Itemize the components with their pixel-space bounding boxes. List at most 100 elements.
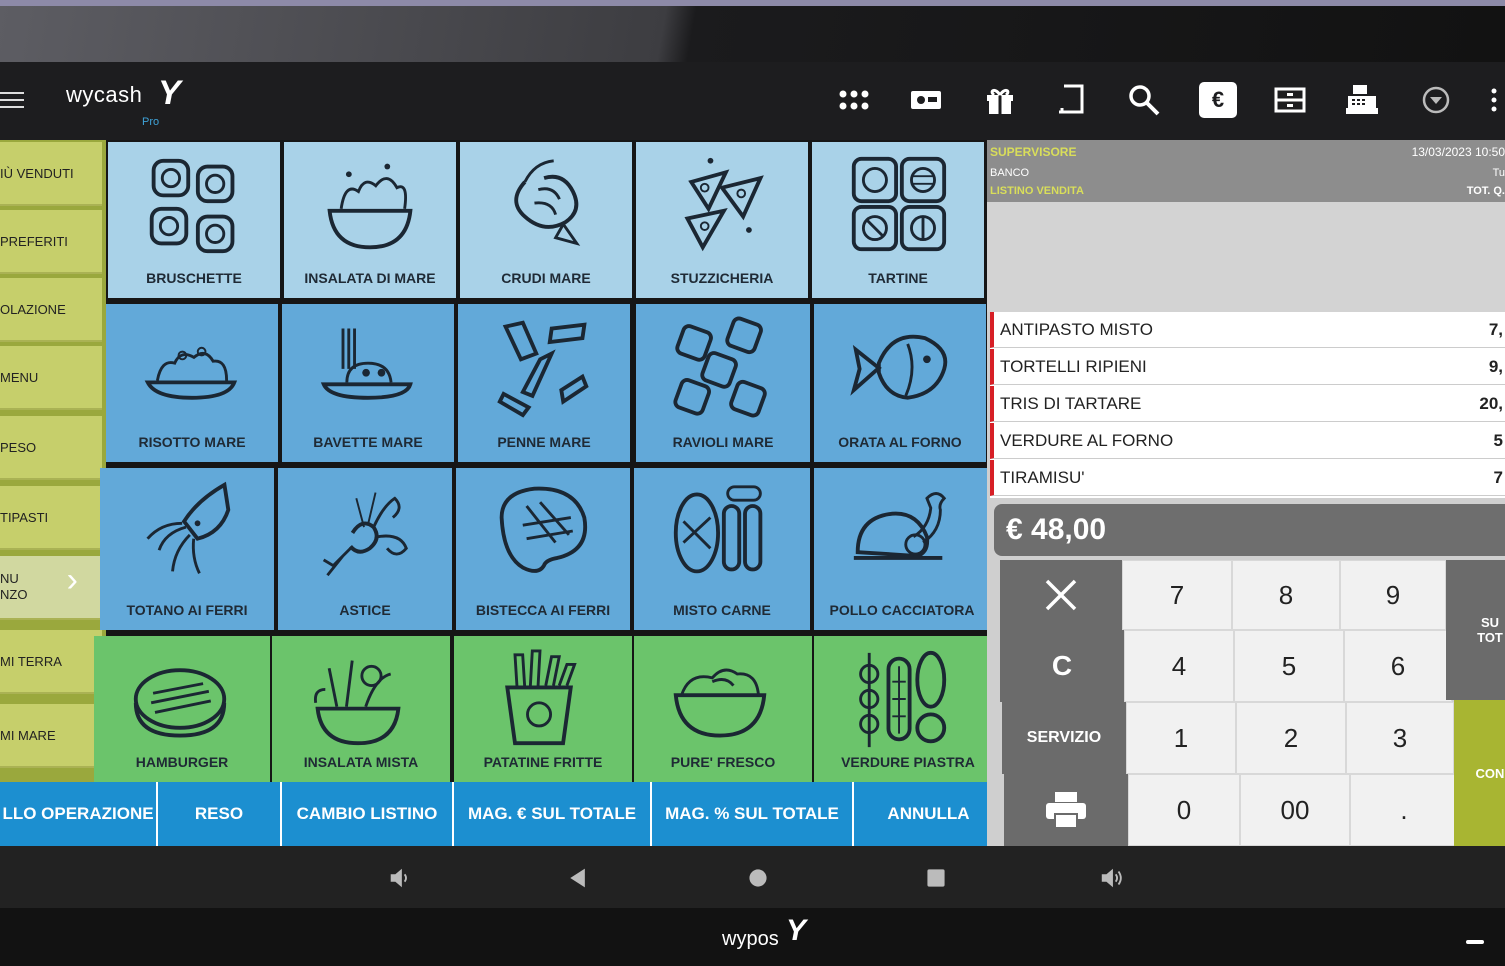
chevron-down-circle-icon[interactable] xyxy=(1416,82,1456,118)
product-tile[interactable]: BAVETTE MARE xyxy=(282,304,454,462)
keypad-key-decimal[interactable]: . xyxy=(1350,774,1458,846)
recents-icon[interactable] xyxy=(922,864,950,892)
order-row[interactable]: TORTELLI RIPIENI 9, xyxy=(990,349,1505,385)
product-tile[interactable]: HAMBURGER xyxy=(94,636,270,782)
product-tile-label: STUZZICHERIA xyxy=(670,270,774,286)
printer-icon xyxy=(1046,792,1086,829)
keypad-key-1[interactable]: 1 xyxy=(1126,702,1236,774)
product-tile[interactable]: PATATINE FRITTE xyxy=(454,636,632,782)
mixed-salad-icon xyxy=(313,660,401,746)
product-tile-label: TOTANO AI FERRI xyxy=(126,602,248,618)
order-row[interactable]: TIRAMISU' 7 xyxy=(990,460,1505,496)
product-tile[interactable]: RAVIOLI MARE xyxy=(636,304,810,462)
volume-up-icon[interactable] xyxy=(1098,864,1126,892)
product-tile-label: PURE' FRESCO xyxy=(670,754,776,770)
keypad-key-2[interactable]: 2 xyxy=(1236,702,1346,774)
refund-button[interactable]: RESO xyxy=(158,782,282,846)
chicken-icon xyxy=(853,492,947,560)
product-tile[interactable]: TOTANO AI FERRI xyxy=(100,468,274,630)
card-icon[interactable] xyxy=(906,82,946,118)
product-tile[interactable]: RISOTTO MARE xyxy=(106,304,278,462)
pricelist-label: LISTINO VENDITA xyxy=(990,185,1084,197)
product-tile-label: POLLO CACCIATORA xyxy=(829,602,975,618)
product-tile[interactable]: ORATA AL FORNO xyxy=(814,304,986,462)
sidebar-item-best-sellers[interactable]: IÙ VENDUTI xyxy=(0,142,102,206)
product-tile[interactable]: POLLO CACCIATORA xyxy=(814,468,990,630)
product-tile-label: ORATA AL FORNO xyxy=(838,434,962,450)
product-tile[interactable]: PENNE MARE xyxy=(458,304,630,462)
back-icon[interactable] xyxy=(564,864,592,892)
mixed-meat-icon xyxy=(673,485,763,574)
chevron-right-icon: › xyxy=(66,561,78,599)
order-row[interactable]: TRIS DI TARTARE 20, xyxy=(990,386,1505,422)
fish-icon xyxy=(850,334,948,400)
keypad-key-8[interactable]: 8 xyxy=(1232,560,1340,630)
service-key[interactable]: SERVIZIO xyxy=(1002,702,1126,774)
sidebar-item-label: MI MARE xyxy=(0,727,56,743)
app-logo-text: wycash xyxy=(66,82,143,107)
product-tile-label: VERDURE PIASTRA xyxy=(841,754,975,770)
sidebar-item-sea-mains[interactable]: MI MARE xyxy=(0,704,102,768)
gift-icon[interactable] xyxy=(980,82,1020,118)
order-row[interactable]: ANTIPASTO MISTO 7, xyxy=(990,312,1505,348)
product-tile[interactable]: BRUSCHETTE xyxy=(108,142,280,298)
product-tile[interactable]: TARTINE xyxy=(812,142,984,298)
product-tile[interactable]: STUZZICHERIA xyxy=(636,142,808,298)
product-tile[interactable]: CRUDI MARE xyxy=(460,142,632,298)
hamburger-menu-icon[interactable] xyxy=(0,92,24,108)
change-pricelist-button[interactable]: CAMBIO LISTINO xyxy=(282,782,454,846)
sidebar-item-favorites[interactable]: PREFERITI xyxy=(0,210,102,274)
apps-grid-icon[interactable] xyxy=(834,82,874,118)
sidebar-item-land-mains[interactable]: MI TERRA xyxy=(0,630,102,694)
product-tile-label: CRUDI MARE xyxy=(501,270,591,286)
void-button[interactable]: ANNULLA xyxy=(854,782,1003,846)
surcharge-amount-button[interactable]: MAG. € SUL TOTALE xyxy=(454,782,652,846)
sidebar-item-weight[interactable]: PESO xyxy=(0,416,102,480)
more-vert-icon[interactable] xyxy=(1476,82,1505,118)
keypad-key-4[interactable]: 4 xyxy=(1124,630,1234,702)
product-tile[interactable]: INSALATA DI MARE xyxy=(284,142,456,298)
keypad-key-3[interactable]: 3 xyxy=(1346,702,1454,774)
seafood-salad-icon xyxy=(327,163,413,250)
search-icon[interactable] xyxy=(1124,82,1164,118)
sidebar-item-menu[interactable]: MENU xyxy=(0,346,102,410)
sidebar-item-breakfast[interactable]: OLAZIONE xyxy=(0,278,102,342)
confirm-button[interactable]: CON xyxy=(1454,700,1505,846)
sidebar-item-lunch-menu[interactable]: NU NZO › xyxy=(0,556,102,620)
keypad-key-9[interactable]: 9 xyxy=(1340,560,1446,630)
cancel-operation-button[interactable]: LLO OPERAZIONE xyxy=(0,782,158,846)
surcharge-percent-button[interactable]: MAG. % SUL TOTALE xyxy=(652,782,854,846)
receipt-icon[interactable] xyxy=(1052,82,1092,118)
product-tile[interactable]: PURE' FRESCO xyxy=(634,636,812,782)
product-tile[interactable]: VERDURE PIASTRA xyxy=(814,636,1002,782)
home-icon[interactable] xyxy=(744,864,772,892)
keypad-key-6[interactable]: 6 xyxy=(1344,630,1452,702)
order-row[interactable]: VERDURE AL FORNO 5 xyxy=(990,423,1505,459)
keypad-key-0[interactable]: 0 xyxy=(1128,774,1240,846)
subtotal-button[interactable]: SU TOT xyxy=(1446,560,1505,700)
steak-icon xyxy=(499,486,588,573)
bruschette-icon xyxy=(149,158,235,254)
drawer-icon[interactable] xyxy=(1270,82,1310,118)
cash-register-icon[interactable] xyxy=(1342,82,1382,118)
keypad-key-5[interactable]: 5 xyxy=(1234,630,1344,702)
product-tile[interactable]: ASTICE xyxy=(278,468,452,630)
shrimp-icon xyxy=(514,159,581,246)
print-key[interactable] xyxy=(1004,774,1128,846)
euro-icon[interactable]: € xyxy=(1199,82,1237,118)
product-tile[interactable]: MISTO CARNE xyxy=(634,468,810,630)
clear-key[interactable]: C xyxy=(1000,630,1124,702)
delete-key[interactable] xyxy=(1000,560,1122,630)
product-tile[interactable]: BISTECCA AI FERRI xyxy=(456,468,630,630)
fries-icon xyxy=(505,649,577,746)
sidebar-item-label: TIPASTI xyxy=(0,509,49,525)
confirm-label: CON xyxy=(1475,765,1505,781)
volume-down-icon[interactable] xyxy=(386,864,414,892)
keypad-key-7[interactable]: 7 xyxy=(1122,560,1232,630)
product-tile-label: INSALATA MISTA xyxy=(303,754,419,770)
keypad-key-00[interactable]: 00 xyxy=(1240,774,1350,846)
product-tile[interactable]: INSALATA MISTA xyxy=(272,636,450,782)
order-item-price: 5 xyxy=(1493,430,1503,450)
product-tile-label: BRUSCHETTE xyxy=(146,270,242,286)
sidebar-item-starters[interactable]: TIPASTI xyxy=(0,486,102,550)
